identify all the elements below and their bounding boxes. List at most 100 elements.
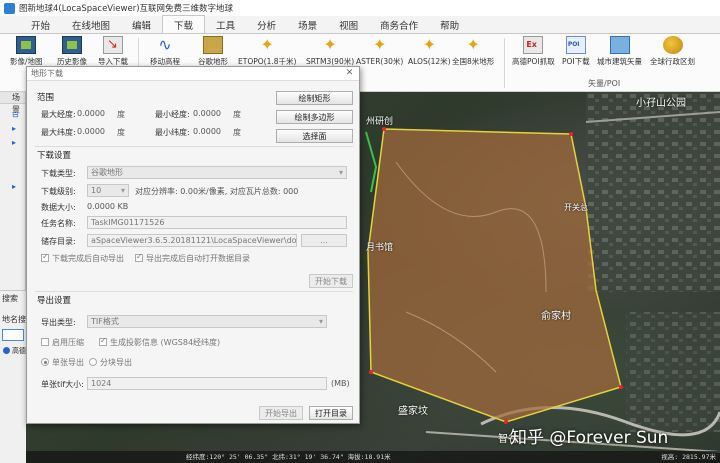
national-terrain-button[interactable]: ✦ 全国8米地形: [452, 36, 494, 67]
single-export-radio[interactable]: [41, 358, 49, 366]
data-size-value: 0.0000 KB: [87, 202, 129, 211]
compress-checkbox[interactable]: [41, 338, 49, 346]
close-icon[interactable]: ✕: [344, 68, 355, 79]
tree-arrow-icon[interactable]: ▸: [12, 124, 16, 133]
polygon-vertex[interactable]: [504, 420, 508, 424]
max-lat-label: 最大纬度:: [41, 128, 76, 137]
open-directory-button[interactable]: 打开目录: [309, 406, 353, 420]
app-logo-icon: [4, 2, 15, 14]
tab-tools[interactable]: 工具: [205, 16, 246, 33]
move-elevation-button[interactable]: ∿ 移动高程: [150, 36, 180, 67]
min-lat-value: 0.0000: [193, 127, 221, 136]
aster-icon: ✦: [372, 35, 387, 54]
alos-button[interactable]: ✦ ALOS(12米): [408, 36, 451, 67]
start-download-button[interactable]: 开始下载: [309, 274, 353, 288]
srtm-button[interactable]: ✦ SRTM3(90米): [306, 36, 354, 67]
selected-region-polygon[interactable]: [367, 128, 622, 423]
data-size-label: 数据大小:: [41, 203, 76, 212]
tool-label: ALOS(12米): [408, 57, 451, 66]
min-lat-label: 最小纬度:: [155, 128, 190, 137]
tab-start[interactable]: 开始: [20, 16, 61, 33]
status-view-height: 视高: 2815.97米: [661, 453, 716, 461]
map-label: 俞家村: [541, 311, 571, 322]
storage-dir-input[interactable]: aSpaceViewer3.6.5.20181121\LocaSpaceView…: [87, 234, 297, 247]
history-image-icon: [62, 36, 82, 54]
title-bar: 图新地球4(LocaSpaceViewer)互联网免费三维数字地球: [0, 0, 720, 16]
level-info: 对应分辨率: 0.00米/像素, 对应瓦片总数: 000: [135, 187, 299, 196]
divider: [35, 291, 353, 292]
watermark: 知乎 @Forever Sun: [510, 428, 669, 448]
select-surface-button[interactable]: 选择面: [276, 129, 353, 143]
tab-scene[interactable]: 场景: [287, 16, 328, 33]
amap-poi-button[interactable]: 高德POI抓取: [512, 36, 555, 67]
tab-help[interactable]: 帮助: [429, 16, 470, 33]
task-name-input[interactable]: TaskIMG01171526: [87, 216, 347, 229]
browse-button[interactable]: ...: [301, 234, 347, 247]
history-image-button[interactable]: 历史影像: [57, 36, 87, 67]
tab-analysis[interactable]: 分析: [246, 16, 287, 33]
elevation-path-icon: ∿: [158, 35, 172, 54]
polygon-vertex[interactable]: [382, 127, 386, 131]
tool-label: 高德POI抓取: [512, 57, 555, 66]
import-download-button[interactable]: 导入下载: [98, 36, 128, 67]
min-lon-unit: 度: [233, 110, 241, 119]
building-vector-button[interactable]: 城市建筑矢量: [597, 36, 642, 67]
aster-button[interactable]: ✦ ASTER(30米): [356, 36, 403, 67]
task-name-label: 任务名称:: [41, 219, 76, 228]
storage-dir-label: 储存目录:: [41, 237, 76, 246]
tool-label: POI下载: [562, 57, 590, 66]
tree-arrow-icon[interactable]: ▸: [12, 182, 16, 191]
map-label: 开关总: [564, 203, 588, 212]
tool-label: 城市建筑矢量: [597, 57, 642, 66]
polygon-vertex[interactable]: [569, 132, 573, 136]
search-input[interactable]: [2, 329, 24, 341]
compress-label: 启用压缩: [52, 338, 84, 347]
draw-rectangle-button[interactable]: 绘制矩形: [276, 91, 353, 105]
global-admin-button[interactable]: 全球行政区划: [650, 36, 695, 67]
polygon-vertex[interactable]: [619, 385, 623, 389]
window-title: 图新地球4(LocaSpaceViewer)互联网免费三维数字地球: [19, 4, 234, 14]
srtm-icon: ✦: [323, 35, 337, 54]
download-level-label: 下载级别:: [41, 187, 76, 196]
auto-open-checkbox[interactable]: [135, 252, 143, 262]
export-type-select[interactable]: TIF格式: [87, 315, 327, 328]
tab-view[interactable]: 视图: [328, 16, 369, 33]
poi-download-button[interactable]: POI下载: [562, 36, 590, 67]
draw-polygon-button[interactable]: 绘制多边形: [276, 110, 353, 124]
download-level-select[interactable]: 10: [87, 184, 129, 197]
search-panel-header: 搜索: [2, 294, 18, 303]
google-terrain-icon: [203, 36, 223, 54]
tree-arrow-icon[interactable]: ▸: [12, 138, 16, 147]
etopo-button[interactable]: ✦ ETOPO(1.8千米): [238, 36, 296, 67]
polygon-vertex[interactable]: [369, 370, 373, 374]
download-type-select[interactable]: 谷歌地形: [87, 166, 347, 179]
tiled-export-radio[interactable]: [89, 358, 97, 366]
map-label: 月书馆: [366, 243, 394, 253]
globe-admin-icon: [662, 36, 683, 54]
max-lat-unit: 度: [117, 128, 125, 137]
tab-online-map[interactable]: 在线地图: [61, 16, 121, 33]
tab-edit[interactable]: 编辑: [121, 16, 162, 33]
import-download-icon: [103, 36, 123, 54]
green-route-line: [365, 131, 378, 193]
max-lon-label: 最大经度:: [41, 110, 76, 119]
national-terrain-icon: ✦: [466, 35, 480, 54]
tab-download[interactable]: 下载: [162, 15, 206, 33]
tool-label: 全球行政区划: [650, 57, 695, 66]
projection-checkbox[interactable]: [99, 336, 107, 346]
google-terrain-button[interactable]: 谷歌地形: [198, 36, 228, 67]
auto-export-checkbox[interactable]: [41, 252, 49, 262]
export-type-label: 导出类型:: [41, 318, 76, 327]
status-coordinates: 经纬度:120° 25' 06.35" 北纬:31° 19' 36.74" 海拔…: [186, 453, 391, 461]
start-export-button[interactable]: 开始导出: [259, 406, 303, 420]
tree-expand-icon[interactable]: ⊟: [12, 110, 19, 119]
max-lat-value: 0.0000: [77, 127, 105, 136]
max-lon-unit: 度: [117, 110, 125, 119]
tiled-export-label: 分块导出: [100, 358, 132, 367]
alos-icon: ✦: [422, 35, 436, 54]
image-map-download-button[interactable]: 影像/地图: [10, 36, 43, 67]
range-section-title: 范围: [37, 93, 55, 103]
tab-business[interactable]: 商务合作: [369, 16, 429, 33]
tile-size-input[interactable]: 1024: [87, 377, 327, 390]
amap-radio[interactable]: [3, 347, 10, 354]
